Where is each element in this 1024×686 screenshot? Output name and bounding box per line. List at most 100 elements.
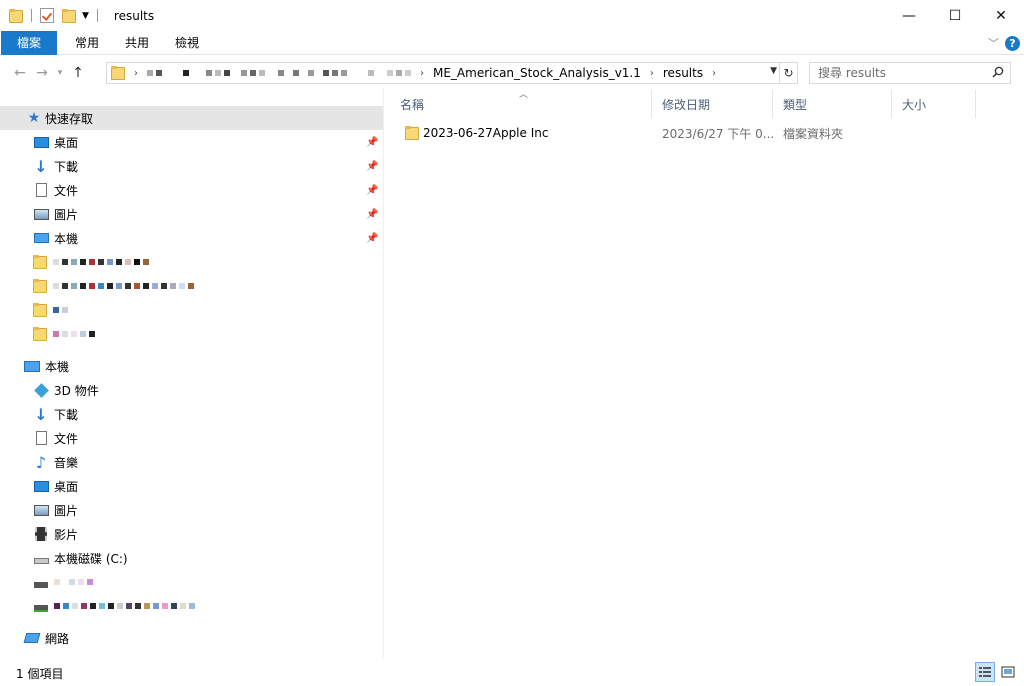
nav-network-drive-redacted[interactable] (0, 594, 195, 618)
minimize-button[interactable]: — (886, 0, 932, 31)
nav-videos[interactable]: 影片 (0, 522, 78, 546)
back-arrow-icon[interactable]: ← (9, 60, 31, 86)
download-arrow-icon: ↓ (34, 156, 48, 176)
new-folder-icon[interactable] (62, 8, 76, 23)
item-count: 1 個項目 (16, 666, 64, 681)
nav-label: 3D 物件 (54, 383, 99, 398)
nav-folder-redacted[interactable] (0, 274, 194, 298)
refresh-icon[interactable]: ↻ (780, 62, 798, 84)
folder-icon (33, 327, 47, 341)
nav-label: 文件 (54, 431, 79, 446)
document-icon (33, 182, 49, 198)
customize-toolbar-dropdown-icon[interactable]: ▼ (82, 11, 89, 21)
file-row[interactable]: 2023-06-27Apple Inc 2023/6/27 下午 0... 檔案… (390, 122, 976, 144)
nav-label: 圖片 (54, 207, 79, 222)
tab-file[interactable]: 檔案 (1, 30, 58, 55)
address-dropdown-icon[interactable]: ▼ (770, 66, 777, 76)
breadcrumb-item[interactable]: ME_American_Stock_Analysis_v1.1 (433, 66, 641, 80)
pin-icon[interactable]: 📌 (366, 137, 378, 148)
nav-folder-redacted[interactable] (0, 298, 68, 322)
nav-quick-access[interactable]: ★ 快速存取 (0, 106, 383, 130)
nav-documents[interactable]: 文件 (0, 178, 78, 202)
tab-home[interactable]: 常用 (57, 31, 112, 55)
nav-documents-pc[interactable]: 文件 (0, 426, 78, 450)
breadcrumb-item-current[interactable]: results (663, 66, 703, 80)
nav-label: 桌面 (54, 479, 79, 494)
music-note-icon: ♪ (35, 452, 47, 472)
breadcrumb-separator-icon[interactable]: › (650, 68, 654, 79)
nav-label: 音樂 (54, 455, 79, 470)
nav-this-pc-pinned[interactable]: 本機 (0, 226, 78, 250)
file-modified: 2023/6/27 下午 0... (662, 126, 773, 141)
nav-this-pc[interactable]: 本機 (0, 354, 69, 378)
nav-3d-objects[interactable]: 3D 物件 (0, 378, 99, 402)
nav-folder-redacted[interactable] (0, 322, 95, 346)
network-icon (23, 630, 41, 646)
nav-music[interactable]: ♪ 音樂 (0, 450, 78, 474)
nav-drive-redacted[interactable] (0, 570, 93, 594)
pane-divider[interactable] (383, 87, 384, 658)
pin-icon[interactable]: 📌 (366, 233, 378, 244)
details-view-icon[interactable] (975, 662, 995, 682)
up-arrow-icon[interactable]: ↑ (67, 60, 89, 86)
pin-icon[interactable]: 📌 (366, 185, 378, 196)
file-name: 2023-06-27Apple Inc (423, 126, 549, 140)
nav-downloads-pc[interactable]: ↓ 下載 (0, 402, 78, 426)
column-header-type[interactable]: 類型 (773, 90, 892, 118)
drive-icon (33, 574, 49, 590)
nav-desktop-pc[interactable]: 桌面 (0, 474, 78, 498)
help-icon[interactable]: ? (1005, 35, 1020, 51)
desktop-icon (33, 134, 49, 150)
file-type: 檔案資料夾 (783, 126, 844, 141)
search-icon[interactable] (992, 66, 1004, 78)
folder-icon (33, 255, 47, 269)
nav-downloads[interactable]: ↓ 下載 (0, 154, 78, 178)
redacted-text (54, 603, 195, 609)
breadcrumb-separator-icon[interactable]: › (712, 68, 716, 79)
nav-pictures-pc[interactable]: 圖片 (0, 498, 78, 522)
nav-desktop[interactable]: 桌面 (0, 130, 78, 154)
close-button[interactable]: ✕ (978, 0, 1024, 31)
maximize-button[interactable]: ☐ (932, 0, 978, 31)
breadcrumb-separator-icon[interactable]: › (134, 68, 138, 79)
window-title: results (113, 8, 155, 23)
recent-locations-chevron-icon[interactable]: ▾ (53, 60, 67, 86)
redacted-text (54, 579, 93, 585)
column-header-size[interactable]: 大小 (892, 90, 976, 118)
properties-icon[interactable] (40, 8, 54, 23)
large-icons-view-icon[interactable] (998, 662, 1018, 682)
document-icon (33, 430, 49, 446)
picture-icon (33, 206, 49, 222)
computer-icon (33, 230, 49, 246)
forward-arrow-icon[interactable]: → (31, 60, 53, 86)
nav-label: 桌面 (54, 135, 79, 150)
computer-icon (24, 358, 40, 374)
address-bar[interactable]: › › ME_American_Stock_Analysis_v1.1 › re… (106, 62, 780, 84)
redacted-path (147, 70, 411, 76)
column-header-name[interactable]: 名稱 (390, 90, 652, 118)
nav-network[interactable]: 網路 (0, 626, 69, 650)
download-arrow-icon: ↓ (34, 404, 48, 424)
navigation-bar: ← → ▾ ↑ › › ME_American_Stock_Analysis_v… (0, 59, 1024, 87)
nav-folder-redacted[interactable] (0, 250, 149, 274)
separator (96, 9, 98, 22)
breadcrumb-separator-icon[interactable]: › (420, 68, 424, 79)
pin-icon[interactable]: 📌 (366, 161, 378, 172)
search-box[interactable] (809, 62, 1011, 84)
nav-label: 快速存取 (45, 111, 94, 126)
nav-label: 本機 (45, 359, 70, 374)
nav-label: 文件 (54, 183, 79, 198)
title-bar: ▼ results — ☐ ✕ (0, 0, 1024, 31)
expand-ribbon-icon[interactable]: ﹀ (988, 35, 999, 51)
column-header-modified[interactable]: 修改日期 (652, 90, 773, 118)
search-input[interactable] (818, 66, 978, 80)
tab-share[interactable]: 共用 (112, 31, 162, 55)
pin-icon[interactable]: 📌 (366, 209, 378, 220)
quick-access-toolbar: ▼ (0, 0, 106, 31)
nav-label: 本機磁碟 (C:) (54, 551, 128, 566)
nav-label: 網路 (45, 631, 70, 646)
nav-pictures[interactable]: 圖片 (0, 202, 78, 226)
film-icon (33, 526, 49, 542)
nav-local-disk-c[interactable]: 本機磁碟 (C:) (0, 546, 128, 570)
tab-view[interactable]: 檢視 (162, 31, 212, 55)
